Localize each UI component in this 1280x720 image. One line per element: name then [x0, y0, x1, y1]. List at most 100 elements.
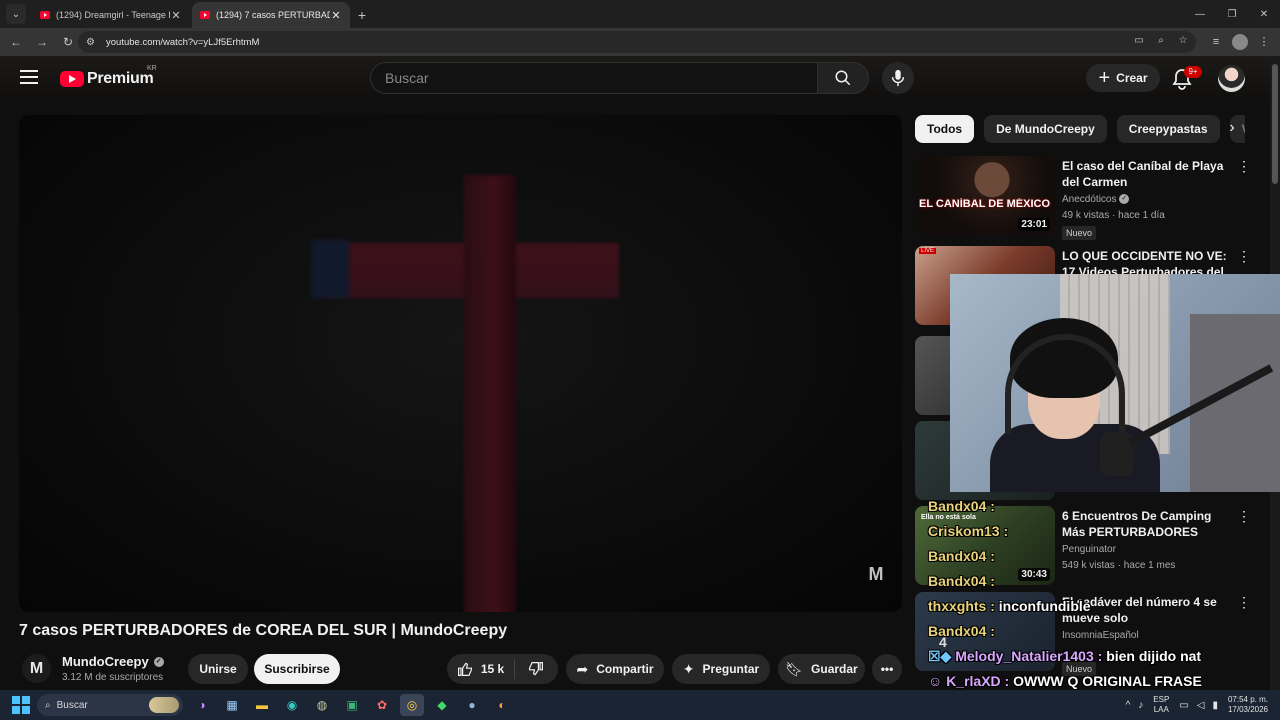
address-bar[interactable]: ⚙ youtube.com/watch?v=yLJf5ErhtmM: [78, 31, 1196, 53]
restore-icon[interactable]: ❐: [1216, 0, 1248, 28]
youtube-premium-logo[interactable]: Premium KR: [60, 65, 157, 88]
edge-icon[interactable]: ◉: [280, 694, 304, 716]
like-button[interactable]: 15 k: [447, 659, 515, 679]
search-input[interactable]: Buscar: [370, 62, 818, 94]
cast-icon[interactable]: ▭: [1132, 33, 1146, 49]
back-arrow-icon[interactable]: ←: [4, 30, 28, 54]
copilot-icon[interactable]: ◑: [190, 694, 214, 716]
create-button[interactable]: + Crear: [1086, 64, 1160, 92]
bookmark-icon: 🔖︎: [785, 660, 804, 677]
chevron-right-icon[interactable]: ›: [1222, 119, 1242, 143]
browser-tab-dreamgirl[interactable]: (1294) Dreamgirl - Teenage Blu ✕: [32, 2, 190, 28]
save-button[interactable]: 🔖︎ Guardar: [778, 654, 865, 684]
chat-message: thxxghts : inconfundible: [928, 598, 1091, 614]
more-vert-icon[interactable]: ⋮: [1237, 508, 1251, 525]
chip-todos[interactable]: Todos: [915, 115, 975, 143]
region-code: KR: [147, 65, 157, 72]
windows-taskbar: ⌕ Buscar ◑ ▦ ▬ ◉ ◍ ▣ ✿ ◎ ◆ ● ◐ ^ ♪ ESP L…: [0, 690, 1280, 720]
filter-chips: Todos De MundoCreepy Creepypastas V: [915, 115, 1245, 143]
channel-watermark-icon[interactable]: M: [865, 563, 887, 585]
zoom-icon[interactable]: ⌕: [1154, 33, 1168, 49]
recommendation-title: 6 Encuentros De Camping Más PERTURBADORE…: [1062, 509, 1212, 539]
youtube-play-icon: [60, 71, 84, 87]
verified-check-icon: ✓: [1119, 194, 1130, 205]
taskbar-search[interactable]: ⌕ Buscar: [37, 694, 183, 716]
video-thumbnail[interactable]: EL CANÍBAL DE MÉXICO 23:01: [915, 156, 1055, 235]
voice-search-button[interactable]: [882, 62, 914, 94]
forward-arrow-icon[interactable]: →: [30, 30, 54, 54]
close-tab-icon[interactable]: ✕: [170, 9, 182, 22]
chat-message: Bandx04 :: [928, 548, 995, 564]
hamburger-menu-icon[interactable]: [20, 70, 38, 84]
microphone-tray-icon[interactable]: ♪: [1138, 700, 1143, 711]
taskbar-search-label: Buscar: [56, 699, 88, 711]
clock[interactable]: 07:54 p. m. 17/03/2026: [1228, 695, 1268, 715]
account-avatar[interactable]: [1218, 65, 1245, 92]
more-actions-button[interactable]: •••: [872, 654, 902, 684]
site-info-icon[interactable]: ⚙: [86, 37, 100, 48]
tab-search-menu-button[interactable]: ⌄: [6, 4, 26, 24]
app-icon[interactable]: ◐: [490, 694, 514, 716]
chat-message: Bandx04 :: [928, 573, 995, 589]
browser-tab-active[interactable]: (1294) 7 casos PERTURBADORES ✕: [192, 2, 350, 28]
close-tab-icon[interactable]: ✕: [330, 9, 342, 22]
bookmark-star-icon[interactable]: ☆: [1176, 33, 1190, 49]
steam-icon[interactable]: ●: [460, 694, 484, 716]
share-label: Compartir: [596, 662, 654, 676]
channel-avatar[interactable]: M: [22, 654, 51, 683]
url-text: youtube.com/watch?v=yLJf5ErhtmM: [106, 36, 260, 48]
live-badge: LIVE: [919, 248, 937, 254]
chrome-icon[interactable]: ◎: [400, 694, 424, 716]
search-highlight-image: [149, 697, 179, 713]
minimize-icon[interactable]: —: [1184, 0, 1216, 28]
reload-icon[interactable]: ↻: [56, 30, 80, 54]
video-cross-shadow: [311, 240, 349, 298]
verified-check-icon: ✓: [153, 656, 164, 667]
recommendation-channel: InsomniaEspañol: [1062, 630, 1139, 641]
network-volume-icons[interactable]: ▭ ◁ ▮: [1179, 700, 1218, 711]
chat-message: Criskom13 :: [928, 523, 1009, 539]
excel-icon[interactable]: ▣: [340, 694, 364, 716]
thumbnail-text: Ella no está sola: [921, 514, 976, 521]
browser-tab-strip: ⌄ (1294) Dreamgirl - Teenage Blu ✕ (1294…: [0, 0, 1280, 28]
app-icon[interactable]: ◍: [310, 694, 334, 716]
kebab-menu-icon[interactable]: ⋮: [1254, 31, 1274, 53]
create-label: Crear: [1116, 71, 1148, 85]
ask-label: Preguntar: [702, 662, 760, 676]
tray-icons: ^ ♪: [1126, 700, 1144, 711]
windows-start-icon[interactable]: [12, 696, 30, 714]
new-tab-button[interactable]: +: [352, 5, 372, 25]
language-indicator[interactable]: ESP LAA: [1153, 695, 1169, 715]
webcam-overlay: [950, 274, 1280, 492]
file-explorer-icon[interactable]: ▬: [250, 694, 274, 716]
recommendation-item[interactable]: EL CANÍBAL DE MÉXICO 23:01 El caso del C…: [915, 156, 1260, 240]
search-button[interactable]: [817, 62, 869, 94]
plus-icon: +: [1098, 67, 1111, 89]
youtube-header: Premium KR Buscar + Crear 9+: [0, 56, 1270, 100]
share-button[interactable]: ➦ Compartir: [566, 654, 664, 684]
channel-name: MundoCreepy: [62, 654, 149, 669]
chip-from-channel[interactable]: De MundoCreepy: [984, 115, 1107, 143]
subscribe-button[interactable]: Suscribirse: [254, 654, 340, 684]
more-vert-icon[interactable]: ⋮: [1237, 248, 1251, 265]
chip-creepypastas[interactable]: Creepypastas: [1116, 115, 1220, 143]
more-vert-icon[interactable]: ⋮: [1237, 594, 1251, 611]
logo-text: Premium: [87, 70, 154, 87]
ask-button[interactable]: ✦ Preguntar: [672, 654, 770, 684]
more-vert-icon[interactable]: ⋮: [1237, 158, 1251, 175]
reading-list-icon[interactable]: ≡: [1206, 31, 1226, 53]
close-window-icon[interactable]: ✕: [1248, 0, 1280, 28]
scrollbar-thumb[interactable]: [1272, 64, 1278, 184]
chevron-up-icon[interactable]: ^: [1126, 700, 1131, 711]
new-badge: Nuevo: [1062, 226, 1097, 240]
store-icon[interactable]: ▦: [220, 694, 244, 716]
tab-title: (1294) 7 casos PERTURBADORES: [216, 10, 330, 20]
app-icon[interactable]: ✿: [370, 694, 394, 716]
channel-name-link[interactable]: MundoCreepy ✓: [62, 654, 164, 669]
video-frame: [19, 115, 902, 612]
join-button[interactable]: Unirse: [188, 654, 248, 684]
dislike-button[interactable]: [515, 661, 557, 677]
video-player[interactable]: M: [19, 115, 902, 612]
app-icon[interactable]: ◆: [430, 694, 454, 716]
profile-avatar-icon[interactable]: [1232, 34, 1248, 50]
